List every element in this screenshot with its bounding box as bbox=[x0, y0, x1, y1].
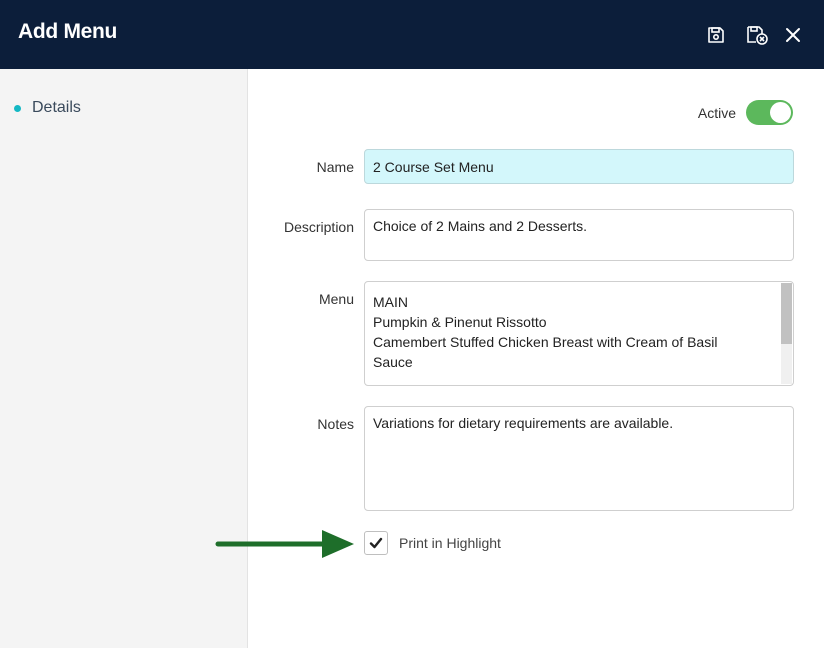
print-highlight-row: Print in Highlight bbox=[364, 531, 501, 555]
description-input[interactable]: Choice of 2 Mains and 2 Desserts. bbox=[364, 209, 794, 261]
notes-label: Notes bbox=[317, 416, 354, 432]
save-icon bbox=[708, 27, 724, 43]
menu-line: Sauce bbox=[373, 354, 413, 370]
save-and-close-button[interactable] bbox=[744, 22, 770, 48]
name-input[interactable]: 2 Course Set Menu bbox=[364, 149, 794, 184]
sidebar-item-details[interactable]: Details bbox=[14, 99, 81, 117]
close-button[interactable] bbox=[780, 22, 806, 48]
active-dot-icon bbox=[14, 104, 21, 112]
main-content: Active Name 2 Course Set Menu Descriptio… bbox=[249, 69, 824, 648]
notes-textarea[interactable]: Variations for dietary requirements are … bbox=[364, 406, 794, 511]
menu-line: Pumpkin & Pinenut Rissotto bbox=[373, 314, 547, 330]
print-highlight-label: Print in Highlight bbox=[399, 535, 501, 551]
save-close-icon bbox=[747, 26, 768, 45]
active-toggle-group: Active bbox=[698, 100, 793, 125]
menu-label: Menu bbox=[318, 291, 354, 307]
scrollbar-thumb[interactable] bbox=[781, 283, 792, 344]
menu-scrollbar[interactable] bbox=[781, 283, 792, 384]
active-toggle[interactable] bbox=[746, 100, 793, 125]
page-title: Add Menu bbox=[18, 20, 118, 43]
pointer-arrow-icon bbox=[215, 530, 354, 558]
name-label: Name bbox=[316, 159, 354, 175]
description-label: Description bbox=[283, 219, 354, 235]
sidebar: Details bbox=[0, 69, 248, 648]
menu-line: MAIN bbox=[373, 294, 408, 310]
save-button[interactable] bbox=[703, 22, 729, 48]
checkmark-icon bbox=[369, 537, 383, 549]
print-highlight-checkbox[interactable] bbox=[364, 531, 388, 555]
active-label: Active bbox=[697, 104, 736, 121]
close-icon bbox=[786, 28, 800, 42]
menu-line: Camembert Stuffed Chicken Breast with Cr… bbox=[373, 334, 718, 350]
sidebar-item-label: Details bbox=[32, 99, 81, 116]
menu-textarea[interactable]: MAIN Pumpkin & Pinenut Rissotto Camember… bbox=[364, 281, 794, 386]
header-bar: Add Menu bbox=[0, 0, 824, 69]
toggle-knob bbox=[770, 102, 791, 123]
